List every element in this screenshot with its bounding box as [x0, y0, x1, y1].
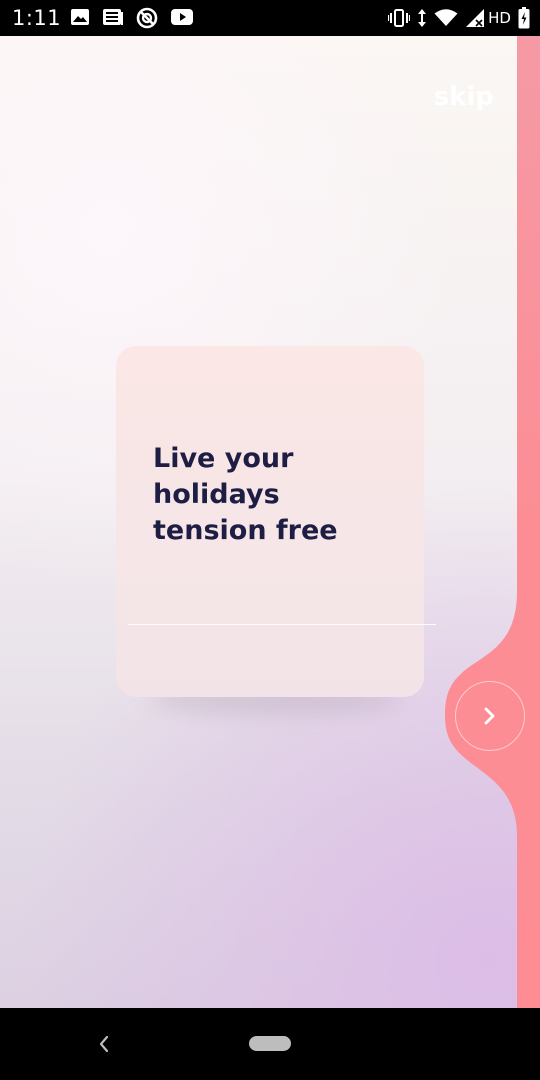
battery-icon: [518, 7, 530, 29]
signal-icon: [466, 9, 485, 27]
image-icon: [71, 9, 89, 25]
accent-side-panel: [445, 36, 540, 1008]
data-arrows-icon: [418, 9, 427, 27]
blocked-icon: [136, 7, 158, 29]
back-icon[interactable]: [94, 1032, 114, 1056]
network-label: HD: [488, 9, 511, 27]
status-bar: 1:11 HD: [0, 0, 540, 36]
status-time: 1:11: [12, 6, 62, 30]
chevron-right-icon: [484, 707, 495, 725]
next-button[interactable]: [455, 681, 525, 751]
vibrate-icon: [388, 9, 411, 27]
system-icons: HD: [388, 7, 530, 29]
skip-link[interactable]: skip: [434, 82, 494, 112]
home-pill[interactable]: [249, 1036, 291, 1051]
notification-icons: [70, 7, 194, 29]
wifi-icon: [434, 9, 458, 26]
onboarding-screen: Live your holidays tension free skip: [0, 36, 540, 1008]
system-nav-bar: [0, 1008, 540, 1080]
news-icon: [103, 9, 123, 25]
youtube-icon: [171, 9, 193, 25]
